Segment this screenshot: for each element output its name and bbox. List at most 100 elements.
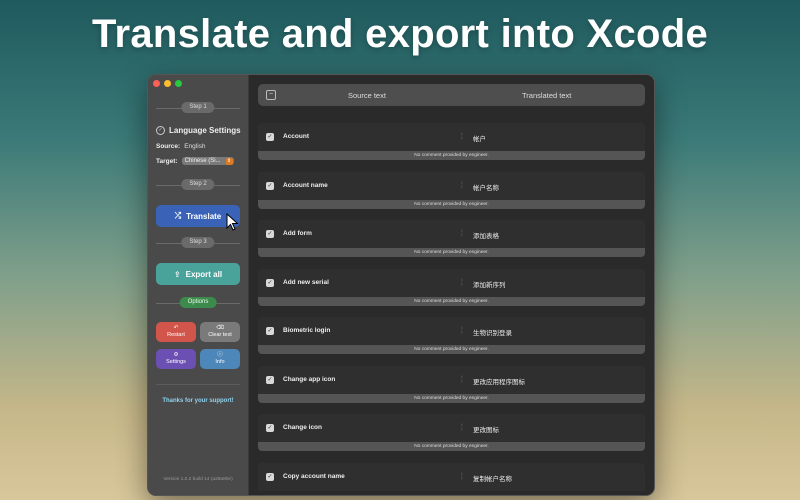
settings-button[interactable]: ⚙ Settings bbox=[156, 349, 196, 369]
row-checkbox[interactable]: ✓ bbox=[266, 133, 274, 141]
row-checkbox[interactable]: ✓ bbox=[266, 230, 274, 238]
gear-icon: ⚙ bbox=[173, 352, 179, 358]
sidebar: Step 1 ✓ Language Settings Source: Engli… bbox=[148, 75, 249, 495]
translated-text[interactable]: 帐户名称 bbox=[473, 182, 499, 192]
headline: Translate and export into Xcode bbox=[91, 12, 709, 56]
translated-text[interactable]: 添加表格 bbox=[473, 230, 499, 240]
target-language-value: Chinese (Si... bbox=[184, 158, 221, 164]
table-row: ✓ Account name ¦ 帐户名称 No comment provided by… bbox=[258, 171, 645, 212]
row-body: ✓ Account ¦ 帐户 bbox=[258, 123, 645, 151]
engineer-comment: No comment provided by engineer. bbox=[258, 151, 645, 160]
table-row: ✓ Add form ¦ 添加表格 No comment provided by eng… bbox=[258, 220, 645, 260]
source-text: Biometric login bbox=[283, 327, 331, 334]
table-row: ✓ Biometric login ¦ 生物识别登录 No comment provid… bbox=[258, 317, 645, 357]
row-body: ✓ Account name ¦ 帐户名称 bbox=[258, 171, 645, 200]
row-checkbox[interactable]: ✓ bbox=[266, 375, 274, 384]
engineer-comment: No comment provided by engineer. bbox=[258, 296, 645, 306]
translated-text[interactable]: 更改应用程序图标 bbox=[473, 376, 525, 386]
step-1-divider: Step 1 bbox=[148, 102, 248, 114]
info-icon: ⓘ bbox=[217, 352, 223, 358]
row-body: ✓ Copy account name ¦ 复制帐户名称 bbox=[258, 462, 645, 491]
row-checkbox[interactable]: ✓ bbox=[266, 278, 274, 287]
target-language-row: Target: Chinese (Si... ⇕ bbox=[156, 157, 234, 165]
step-3-label: Step 3 bbox=[181, 237, 215, 248]
check-circle-icon: ✓ bbox=[156, 126, 165, 135]
zoom-window-button[interactable] bbox=[175, 80, 182, 87]
info-label: Info bbox=[215, 359, 225, 365]
engineer-comment: No comment provided by engineer. bbox=[258, 248, 645, 257]
undo-icon: ↶ bbox=[173, 325, 179, 331]
window-controls bbox=[153, 80, 182, 87]
table-row: ✓ Change app icon ¦ 更改应用程序图标 No comment prov… bbox=[258, 365, 645, 406]
chevron-updown-icon: ⇕ bbox=[225, 158, 233, 165]
column-separator: ¦ bbox=[461, 375, 463, 383]
column-separator: ¦ bbox=[461, 133, 463, 140]
row-checkbox[interactable]: ✓ bbox=[266, 327, 274, 335]
source-text: Change icon bbox=[283, 424, 323, 431]
source-language-row: Source: English bbox=[156, 143, 206, 150]
source-text-column-header: Source text bbox=[348, 91, 386, 100]
engineer-comment: No comment provided by engineer. bbox=[258, 442, 645, 451]
source-text: Account bbox=[283, 133, 309, 140]
export-all-button[interactable]: ⇪ Export all bbox=[156, 263, 240, 285]
eraser-icon: ⌫ bbox=[216, 325, 224, 331]
language-settings-label: Language Settings bbox=[169, 126, 241, 135]
translated-text[interactable]: 添加新序列 bbox=[473, 279, 506, 289]
step-2-label: Step 2 bbox=[181, 179, 215, 190]
table-row: ✓ Account ¦ 帐户 No comment provided by engine… bbox=[258, 123, 645, 163]
clear-text-button[interactable]: ⌫ Clear text bbox=[200, 322, 240, 342]
table-row: ✓ Add new serial ¦ 添加新序列 No comment provided… bbox=[258, 268, 645, 309]
step-3-divider: Step 3 bbox=[148, 237, 248, 249]
engineer-comment: No comment provided by engineer. bbox=[258, 199, 645, 209]
translated-text[interactable]: 复制帐户名称 bbox=[473, 473, 512, 483]
step-2-divider: Step 2 bbox=[148, 179, 248, 191]
source-text: Change app icon bbox=[283, 375, 336, 383]
shuffle-icon: ⤮ bbox=[174, 211, 182, 220]
translated-text[interactable]: 生物识别登录 bbox=[473, 327, 512, 337]
restart-label: Restart bbox=[167, 332, 185, 338]
info-button[interactable]: ⓘ Info bbox=[200, 349, 240, 369]
source-value: English bbox=[184, 143, 206, 150]
row-checkbox[interactable]: ✓ bbox=[266, 424, 274, 432]
deselect-all-checkbox[interactable]: − bbox=[266, 90, 276, 100]
share-icon: ⇪ bbox=[173, 269, 181, 279]
column-separator: ¦ bbox=[461, 181, 463, 189]
table-row: ✓ Copy account name ¦ 复制帐户名称 bbox=[258, 462, 645, 496]
translation-list-panel: − Source text Translated text ✓ Account ¦ 帐… bbox=[249, 75, 654, 495]
mouse-cursor-icon bbox=[226, 213, 239, 231]
translated-text[interactable]: 更改图标 bbox=[473, 424, 499, 434]
row-checkbox[interactable]: ✓ bbox=[266, 181, 274, 190]
source-text: Copy account name bbox=[283, 472, 345, 480]
row-checkbox[interactable]: ✓ bbox=[266, 472, 274, 481]
column-separator: ¦ bbox=[461, 230, 463, 237]
translated-text[interactable]: 帐户 bbox=[473, 133, 486, 143]
options-divider: Options bbox=[148, 297, 248, 309]
target-language-select[interactable]: Chinese (Si... ⇕ bbox=[181, 157, 234, 165]
row-body: ✓ Add new serial ¦ 添加新序列 bbox=[258, 268, 645, 297]
source-label: Source: bbox=[156, 143, 181, 150]
column-separator: ¦ bbox=[461, 278, 463, 286]
export-all-label: Export all bbox=[185, 269, 223, 279]
table-row: ✓ Change icon ¦ 更改图标 No comment provided by … bbox=[258, 414, 645, 454]
column-separator: ¦ bbox=[461, 472, 463, 480]
engineer-comment: No comment provided by engineer. bbox=[258, 393, 645, 403]
restart-button[interactable]: ↶ Restart bbox=[156, 322, 196, 342]
row-body: ✓ Biometric login ¦ 生物识别登录 bbox=[258, 317, 645, 345]
row-body: ✓ Add form ¦ 添加表格 bbox=[258, 220, 645, 248]
row-body: ✓ Change app icon ¦ 更改应用程序图标 bbox=[258, 365, 645, 394]
app-window: Step 1 ✓ Language Settings Source: Engli… bbox=[147, 74, 655, 496]
minimize-window-button[interactable] bbox=[164, 80, 171, 87]
source-text: Account name bbox=[283, 181, 328, 189]
column-separator: ¦ bbox=[461, 424, 463, 431]
version-label: Version 1.0.2 build 14 (a26a80e) bbox=[163, 477, 233, 482]
options-label: Options bbox=[179, 297, 217, 308]
list-header: − Source text Translated text bbox=[258, 84, 645, 106]
thanks-message: Thanks for your support! bbox=[162, 398, 234, 404]
translate-label: Translate bbox=[186, 211, 222, 221]
translated-text-column-header: Translated text bbox=[522, 91, 572, 100]
sidebar-divider bbox=[156, 384, 240, 385]
source-text: Add form bbox=[283, 230, 312, 237]
step-1-label: Step 1 bbox=[181, 102, 215, 113]
close-window-button[interactable] bbox=[153, 80, 160, 87]
column-separator: ¦ bbox=[461, 327, 463, 334]
